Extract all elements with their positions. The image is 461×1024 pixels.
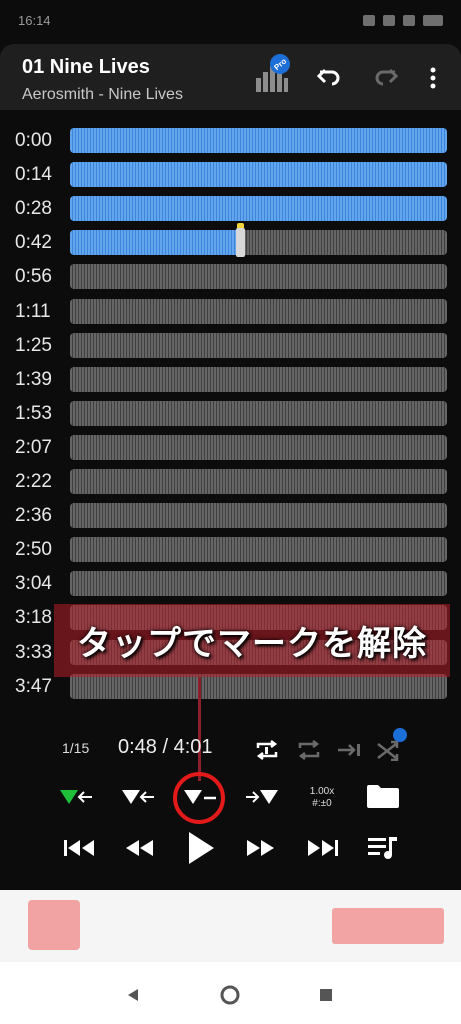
waveform-row[interactable]: 0:00	[0, 128, 461, 155]
system-nav-bar	[0, 962, 461, 1024]
previous-track-icon[interactable]	[58, 832, 100, 864]
waveform-bar[interactable]	[70, 469, 447, 494]
row-time-label: 0:56	[15, 266, 52, 288]
waveform-bar[interactable]	[70, 196, 447, 222]
waveform-bar[interactable]	[70, 298, 447, 324]
repeat-ab-icon[interactable]	[252, 736, 282, 764]
waveform-row[interactable]: 2:22	[0, 469, 461, 496]
status-bar: 16:14	[0, 0, 461, 40]
waveform-bar[interactable]	[70, 264, 447, 290]
folder-icon[interactable]	[362, 780, 404, 812]
row-time-label: 2:36	[15, 505, 52, 527]
more-menu-icon[interactable]	[419, 62, 447, 94]
track-title: 01 Nine Lives	[22, 56, 150, 78]
pitch-value: #:±0	[312, 798, 332, 809]
waveform-bar[interactable]	[70, 162, 447, 188]
waveform-row[interactable]: 0:42	[0, 223, 461, 258]
waveform-bar[interactable]	[70, 332, 447, 358]
waveform-row[interactable]: 1:25	[0, 332, 461, 360]
undo-icon[interactable]	[313, 62, 345, 94]
row-time-label: 2:22	[15, 471, 52, 492]
waveform-bar[interactable]	[70, 128, 447, 153]
playhead-cursor[interactable]	[235, 223, 245, 258]
waveform-bar[interactable]	[70, 503, 447, 529]
nav-back-icon[interactable]	[118, 980, 148, 1010]
rewind-icon[interactable]	[118, 832, 160, 864]
playlist-icon[interactable]	[362, 832, 404, 864]
playback-info-row: 1/15 0:48 / 4:01	[0, 728, 461, 764]
speed-pitch-button[interactable]: 1.00x #:±0	[302, 784, 342, 812]
wifi-icon	[403, 14, 415, 26]
row-time-label: 0:14	[15, 164, 52, 186]
waveform-row[interactable]: 1:39	[0, 366, 461, 394]
battery-icon	[423, 14, 443, 26]
next-track-icon[interactable]	[302, 832, 344, 864]
shuffle-pro-badge-icon	[393, 728, 407, 742]
waveform-row[interactable]: 1:11	[0, 298, 461, 326]
annotation-text: タップでマークを解除	[77, 625, 427, 663]
fast-forward-icon[interactable]	[240, 832, 282, 864]
waveform-row[interactable]: 2:36	[0, 503, 461, 530]
nav-home-icon[interactable]	[215, 980, 245, 1010]
waveform-row[interactable]: 0:56	[0, 264, 461, 291]
waveform-row[interactable]: 0:14	[0, 162, 461, 189]
row-time-label: 2:50	[15, 539, 52, 561]
row-time-label: 0:28	[15, 198, 52, 220]
next-track-mode-icon[interactable]	[334, 736, 364, 764]
row-time-label: 0:42	[15, 232, 52, 254]
annotation-pointer	[198, 677, 201, 781]
waveform-row[interactable]: 3:04	[0, 571, 461, 598]
waveform-bar[interactable]	[70, 673, 447, 699]
waveform-bar[interactable]	[70, 400, 447, 426]
status-time: 16:14	[18, 12, 51, 28]
status-icons	[363, 14, 443, 26]
redo-icon[interactable]	[370, 62, 402, 94]
annotation-overlay: タップでマークを解除	[54, 604, 450, 677]
play-icon[interactable]	[180, 826, 222, 870]
waveform-bar[interactable]	[70, 434, 447, 460]
mark-forward-button[interactable]	[242, 782, 282, 812]
waveform-row[interactable]: 2:50	[0, 537, 461, 564]
playback-position: 0:48 / 4:01	[118, 736, 213, 758]
track-subtitle: Aerosmith - Nine Lives	[22, 86, 183, 103]
track-index: 1/15	[62, 740, 90, 756]
row-time-label: 3:04	[15, 573, 52, 595]
waveform-row[interactable]: 3:47	[0, 673, 461, 701]
waveform-bar[interactable]	[70, 223, 447, 258]
signal-icon	[383, 14, 395, 26]
ad-message-blurred	[160, 906, 290, 946]
repeat-icon[interactable]	[294, 736, 324, 764]
row-time-label: 3:47	[15, 675, 52, 697]
speed-rate: 1.00x	[309, 786, 335, 797]
mark-back-green-button[interactable]	[56, 782, 96, 812]
waveform-bar[interactable]	[70, 571, 447, 597]
ad-logo	[28, 900, 80, 950]
row-time-label: 1:11	[15, 300, 51, 322]
waveform-row[interactable]: 2:07	[0, 434, 461, 462]
waveform-row[interactable]: 0:28	[0, 196, 461, 223]
mark-back-button[interactable]	[118, 782, 158, 812]
ad-banner[interactable]	[0, 890, 461, 962]
row-time-label: 0:00	[15, 130, 52, 151]
annotation-ring	[173, 772, 225, 824]
waveform-bar[interactable]	[70, 537, 447, 563]
waveform-row[interactable]: 1:53	[0, 400, 461, 428]
row-time-label: 1:25	[15, 334, 52, 356]
vibrate-icon	[363, 14, 375, 26]
played-fill	[70, 230, 240, 256]
row-time-label: 2:07	[15, 436, 52, 458]
row-time-label: 1:39	[15, 368, 52, 390]
ad-cta-button[interactable]	[332, 908, 444, 944]
waveform-bar[interactable]	[70, 366, 447, 392]
nav-recents-icon[interactable]	[311, 980, 341, 1010]
row-time-label: 1:53	[15, 402, 52, 424]
